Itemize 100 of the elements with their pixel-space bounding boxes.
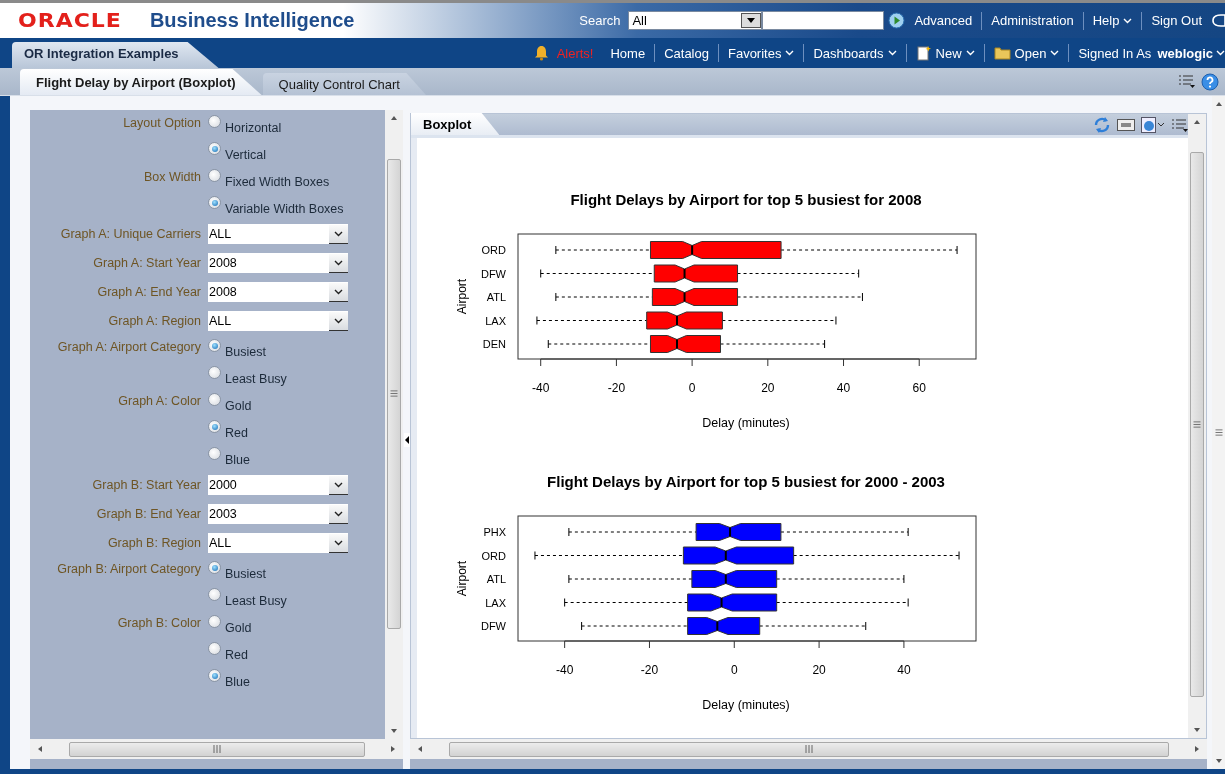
- scroll-right-arrow[interactable]: [1193, 745, 1201, 753]
- prompt-label: Layout Option: [122, 115, 202, 132]
- nav-link[interactable]: Open: [984, 45, 1069, 61]
- chart-title: Flight Delays by Airport for top 5 busiest for 2000 - 2003: [547, 473, 945, 490]
- search-field[interactable]: [762, 11, 885, 30]
- prompt-label: Graph A: End Year: [96, 284, 202, 301]
- chevron-down-icon: [334, 510, 343, 517]
- radio-button[interactable]: [208, 669, 221, 682]
- chevron-down-icon: [334, 288, 343, 295]
- radio-button[interactable]: [208, 196, 221, 209]
- nav-link[interactable]: Dashboards: [804, 45, 906, 61]
- page-scrollbar[interactable]: [1212, 96, 1225, 769]
- view-tab[interactable]: Boxplot: [411, 113, 500, 135]
- radio-option[interactable]: Least Busy: [208, 363, 287, 390]
- scroll-right-arrow[interactable]: [389, 745, 397, 753]
- radio-button[interactable]: [208, 142, 221, 155]
- chevron-down-icon: [887, 50, 897, 56]
- header-link[interactable]: Sign Out: [1142, 13, 1211, 28]
- nav-link[interactable]: New: [906, 45, 984, 61]
- axis-label: Delay (minutes): [702, 698, 790, 712]
- radio-button[interactable]: [208, 447, 221, 460]
- header-link[interactable]: Help: [1083, 13, 1142, 28]
- radio-option[interactable]: Horizontal: [208, 112, 282, 139]
- refresh-icon[interactable]: [1093, 115, 1111, 134]
- scroll-up-arrow[interactable]: [1214, 100, 1223, 108]
- chevron-down-icon: [1123, 17, 1133, 24]
- dropdown-field[interactable]: 2008: [208, 282, 348, 302]
- logo[interactable]: ORACLE: [18, 9, 122, 32]
- grip-icon: [390, 390, 398, 397]
- go-icon[interactable]: [888, 12, 906, 29]
- horizontal-scrollbar[interactable]: [410, 739, 1207, 759]
- collapse-arrow-icon[interactable]: [403, 432, 410, 447]
- radio-button[interactable]: [208, 561, 221, 574]
- chart-title: Flight Delays by Airport for top 5 busiest for 2008: [570, 191, 922, 208]
- page-tab[interactable]: Quality Control Chart: [262, 73, 426, 95]
- scroll-up-arrow[interactable]: [390, 114, 398, 122]
- label-icon[interactable]: [1117, 117, 1135, 132]
- dropdown-field[interactable]: ALL: [208, 311, 348, 331]
- chevron-down-icon: [334, 539, 343, 546]
- dropdown-field[interactable]: 2000: [208, 475, 348, 495]
- nav-link[interactable]: Favorites: [718, 45, 804, 61]
- radio-option[interactable]: Fixed Width Boxes: [208, 166, 344, 193]
- prompt-label: Graph B: End Year: [95, 506, 202, 523]
- radio-option[interactable]: Red: [208, 417, 252, 444]
- prompt-label: Graph B: Color: [116, 615, 202, 632]
- search-scope-dropdown[interactable]: All: [628, 11, 763, 30]
- dashboard-tab[interactable]: OR Integration Examples: [12, 42, 219, 68]
- radio-button[interactable]: [208, 393, 221, 406]
- page-tab[interactable]: Flight Delay by Airport (Boxplot): [20, 69, 262, 95]
- dropdown-field[interactable]: 2003: [208, 504, 348, 524]
- radio-button[interactable]: [208, 169, 221, 182]
- prompt-label: Graph B: Region: [106, 535, 202, 552]
- scroll-down-arrow[interactable]: [1214, 757, 1223, 765]
- dropdown-field[interactable]: ALL: [208, 224, 348, 244]
- chevron-down-icon: [334, 317, 343, 324]
- radio-option[interactable]: Vertical: [208, 139, 282, 166]
- radio-option[interactable]: Gold: [208, 612, 252, 639]
- scroll-down-arrow[interactable]: [1193, 726, 1201, 734]
- search-label: Search: [579, 13, 621, 28]
- radio-option[interactable]: Red: [208, 639, 252, 666]
- radio-button[interactable]: [208, 339, 221, 352]
- scroll-left-arrow[interactable]: [416, 745, 424, 753]
- folder-icon: [993, 46, 1011, 60]
- radio-button[interactable]: [208, 420, 221, 433]
- radio-button[interactable]: [208, 615, 221, 628]
- list-menu-icon[interactable]: [1171, 116, 1188, 133]
- horizontal-scrollbar[interactable]: [30, 739, 403, 759]
- category-label: ATL: [486, 291, 506, 303]
- dropdown-field[interactable]: ALL: [208, 533, 348, 553]
- category-label: DFW: [480, 267, 506, 280]
- radio-button[interactable]: [208, 366, 221, 379]
- radio-option[interactable]: Blue: [208, 666, 252, 693]
- prompt-label: Graph B: Start Year: [91, 477, 202, 494]
- vertical-scrollbar[interactable]: [1188, 114, 1206, 738]
- scroll-left-arrow[interactable]: [36, 745, 44, 753]
- radio-option[interactable]: Gold: [208, 390, 252, 417]
- radio-option[interactable]: Blue: [208, 444, 252, 471]
- radio-option[interactable]: Variable Width Boxes: [208, 193, 344, 220]
- category-label: DFW: [480, 620, 506, 632]
- speech-bubble-icon[interactable]: [1211, 11, 1225, 30]
- radio-button[interactable]: [208, 115, 221, 128]
- chevron-down-icon: [785, 50, 795, 56]
- radio-option[interactable]: Busiest: [208, 336, 287, 363]
- list-menu-icon[interactable]: [1178, 72, 1195, 89]
- help-icon[interactable]: [1201, 72, 1219, 91]
- tick-label: 0: [730, 663, 738, 677]
- header-link[interactable]: Administration: [982, 13, 1083, 28]
- radio-option[interactable]: Least Busy: [208, 585, 287, 612]
- header-link[interactable]: Advanced: [905, 13, 982, 28]
- user-menu[interactable]: weblogic: [1157, 45, 1225, 61]
- radio-button[interactable]: [208, 588, 221, 601]
- radio-option[interactable]: Busiest: [208, 558, 287, 585]
- dropdown-field[interactable]: 2008: [208, 253, 348, 273]
- grip-icon: [1214, 429, 1223, 436]
- nav-link[interactable]: Catalog: [655, 45, 718, 61]
- radio-button[interactable]: [208, 642, 221, 655]
- scroll-down-arrow[interactable]: [390, 727, 398, 735]
- scroll-up-arrow[interactable]: [1193, 118, 1201, 126]
- nav-link[interactable]: Home: [601, 45, 655, 61]
- vertical-scrollbar[interactable]: [385, 110, 403, 739]
